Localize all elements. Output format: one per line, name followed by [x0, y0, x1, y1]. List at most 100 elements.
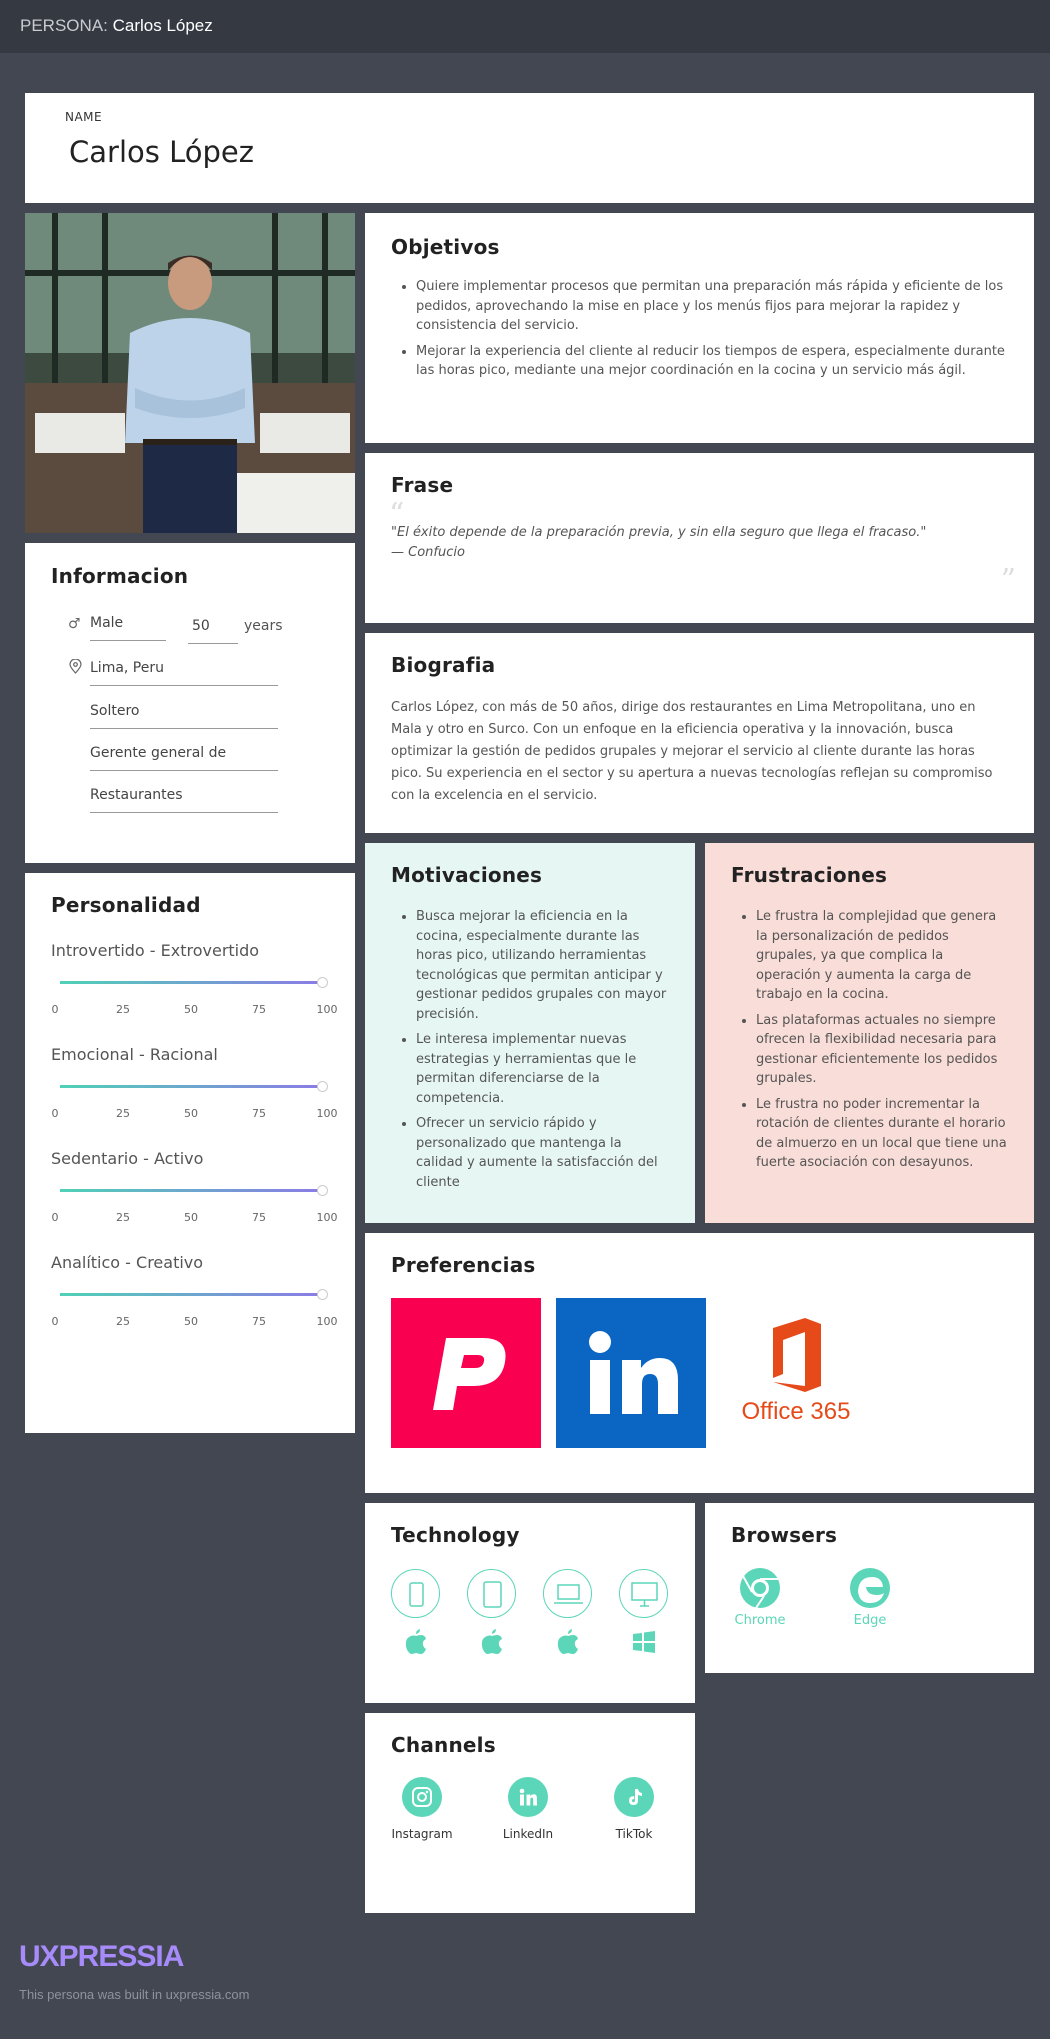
browsers-card: Browsers Chrome Edge — [705, 1503, 1034, 1673]
objetivos-card: Objetivos Quiere implementar procesos qu… — [365, 213, 1034, 443]
browsers-title: Browsers — [731, 1523, 838, 1547]
chrome-label: Chrome — [734, 1613, 786, 1628]
technology-title: Technology — [391, 1523, 520, 1547]
trait-label: Sedentario - Activo — [51, 1149, 204, 1168]
apple-icon — [557, 1629, 578, 1654]
laptop-device[interactable] — [543, 1569, 592, 1618]
laptop-icon — [554, 1584, 583, 1604]
scale-tick-label: 25 — [116, 1003, 130, 1016]
scale-tick-label: 25 — [116, 1315, 130, 1328]
trait-slider-track[interactable] — [60, 1085, 322, 1088]
biografia-card: Biografia Carlos López, con más de 50 añ… — [365, 633, 1034, 833]
location-field[interactable]: Lima, Peru — [90, 660, 278, 686]
scale-tick-label: 75 — [252, 1107, 266, 1120]
trait-slider-track[interactable] — [60, 1293, 322, 1296]
linkedin-logo-icon — [589, 1331, 678, 1414]
close-quote-icon: ” — [1000, 563, 1016, 598]
location-pin-icon — [69, 658, 82, 678]
chrome-icon — [740, 1568, 780, 1609]
scale-tick-label: 0 — [51, 1315, 59, 1328]
trait-slider-track[interactable] — [60, 1189, 322, 1192]
office365-text: Office 365 — [741, 1398, 851, 1425]
persona-name-heading[interactable]: Carlos López — [69, 135, 254, 169]
scale-tick-label: 75 — [252, 1315, 266, 1328]
preferencias-card: Preferencias Office 365 — [365, 1233, 1034, 1493]
job-field-line1[interactable]: Gerente general de — [90, 745, 278, 771]
motivaciones-card: Motivaciones Busca mejorar la eficiencia… — [365, 843, 695, 1223]
footer-caption: This persona was built in uxpressia.com — [19, 1987, 250, 2002]
frase-card: Frase “ "El éxito depende de la preparac… — [365, 453, 1034, 623]
pedidosya-logo[interactable] — [391, 1298, 541, 1448]
edge-icon — [850, 1568, 890, 1608]
frase-quote: "El éxito depende de la preparación prev… — [391, 525, 927, 540]
persona-photo[interactable] — [25, 213, 355, 533]
frustracion-item: Le frustra la complejidad que genera la … — [756, 907, 1008, 1005]
apple-icon — [405, 1629, 426, 1654]
frase-title: Frase — [391, 473, 454, 497]
motivacion-item: Le interesa implementar nuevas estrategi… — [416, 1030, 669, 1108]
tablet-icon — [483, 1581, 502, 1608]
informacion-title: Informacion — [51, 564, 189, 588]
frustracion-item: Las plataformas actuales no siempre ofre… — [756, 1011, 1008, 1089]
channels-card: Channels Instagram LinkedIn TikTok — [365, 1713, 695, 1913]
trait-slider-handle[interactable] — [317, 1081, 328, 1092]
motivacion-item: Busca mejorar la eficiencia en la cocina… — [416, 907, 669, 1024]
apple-icon — [481, 1629, 502, 1654]
motivaciones-title: Motivaciones — [391, 863, 543, 887]
linkedin-logo[interactable] — [556, 1298, 706, 1448]
uxpressia-logo[interactable]: UXPRESSIA — [19, 1940, 184, 1974]
trait-label: Emocional - Racional — [51, 1045, 218, 1064]
persona-prefix: PERSONA: — [20, 16, 108, 35]
trait-slider-handle[interactable] — [317, 977, 328, 988]
biografia-title: Biografia — [391, 653, 496, 677]
trait-label: Introvertido - Extrovertido — [51, 941, 260, 960]
desktop-icon — [631, 1582, 658, 1607]
scale-tick-label: 100 — [316, 1003, 338, 1016]
age-field[interactable]: 50 — [188, 618, 238, 644]
trait-slider-track[interactable] — [60, 981, 322, 984]
linkedin-label: LinkedIn — [502, 1827, 554, 1841]
status-field[interactable]: Soltero — [90, 703, 278, 729]
objetivo-item: Mejorar la experiencia del cliente al re… — [416, 342, 1008, 381]
tiktok-icon — [614, 1777, 654, 1817]
scale-tick-label: 50 — [184, 1211, 198, 1224]
frase-author: — Confucio — [391, 545, 465, 560]
personalidad-card: Personalidad Introvertido - Extrovertido… — [25, 873, 355, 1433]
browser-chrome[interactable]: Chrome — [725, 1567, 795, 1637]
trait-slider-handle[interactable] — [317, 1289, 328, 1300]
scale-tick-label: 100 — [316, 1315, 338, 1328]
scale-tick-label: 50 — [184, 1315, 198, 1328]
persona-name: Carlos López — [112, 16, 213, 35]
channel-linkedin[interactable]: LinkedIn — [488, 1777, 568, 1847]
desktop-device[interactable] — [619, 1569, 668, 1618]
browser-edge[interactable]: Edge — [835, 1567, 905, 1637]
channel-tiktok[interactable]: TikTok — [594, 1777, 674, 1847]
gender-field[interactable]: Male — [90, 615, 166, 641]
edge-label: Edge — [853, 1613, 887, 1628]
scale-tick-label: 25 — [116, 1211, 130, 1224]
informacion-card: Informacion ♂ Male 50 years Lima, Peru S… — [25, 543, 355, 863]
tablet-device[interactable] — [467, 1569, 516, 1618]
job-field-line2[interactable]: Restaurantes — [90, 787, 278, 813]
smartphone-icon — [409, 1582, 424, 1607]
scale-tick-label: 75 — [252, 1211, 266, 1224]
gender-male-icon: ♂ — [68, 616, 81, 632]
frustracion-item: Le frustra no poder incrementar la rotac… — [756, 1095, 1008, 1173]
tiktok-label: TikTok — [615, 1827, 653, 1841]
scale-tick-label: 25 — [116, 1107, 130, 1120]
technology-card: Technology — [365, 1503, 695, 1703]
scale-tick-label: 50 — [184, 1003, 198, 1016]
top-bar: PERSONA: Carlos López — [0, 0, 1050, 53]
biografia-text: Carlos López, con más de 50 años, dirige… — [391, 700, 993, 803]
age-unit: years — [244, 618, 283, 634]
linkedin-icon — [508, 1777, 548, 1817]
office365-logo[interactable]: Office 365 — [721, 1298, 871, 1448]
channel-instagram[interactable]: Instagram — [382, 1777, 462, 1847]
smartphone-device[interactable] — [391, 1569, 440, 1618]
channels-title: Channels — [391, 1733, 496, 1757]
personalidad-title: Personalidad — [51, 893, 201, 917]
scale-tick-label: 0 — [51, 1003, 59, 1016]
name-label: NAME — [65, 110, 103, 124]
trait-slider-handle[interactable] — [317, 1185, 328, 1196]
scale-tick-label: 0 — [51, 1107, 59, 1120]
